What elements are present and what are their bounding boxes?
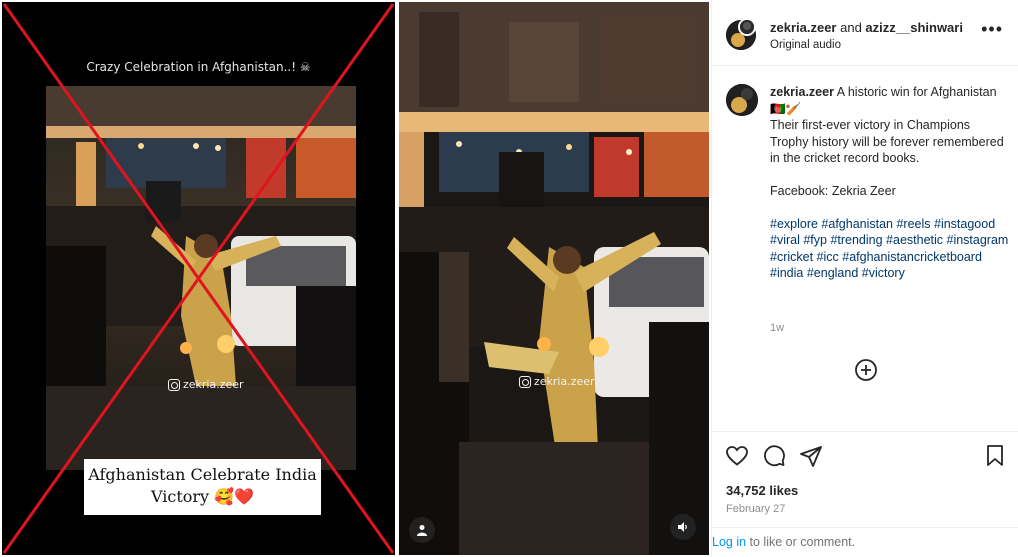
share-button[interactable] (799, 444, 823, 473)
post-caption: zekria.zeer A historic win for Afghanist… (770, 84, 1010, 282)
likes-count[interactable]: 34,752 likes (726, 483, 798, 498)
fake-claim-video-panel: Crazy Celebration in Afghanistan..! ☠ ze… (2, 2, 395, 555)
comment-icon (764, 445, 785, 467)
more-icon: ••• (981, 19, 1003, 39)
speaker-icon (678, 522, 687, 532)
collaborator-avatar[interactable] (738, 18, 756, 36)
caption-facebook: Facebook: Zekria Zeer (770, 183, 896, 198)
reel-watermark-text: zekria.zeer (534, 375, 595, 388)
save-button[interactable] (984, 444, 1006, 473)
red-cross-overlay (2, 3, 395, 554)
page: Crazy Celebration in Afghanistan..! ☠ ze… (0, 0, 1018, 557)
instagram-icon (519, 375, 531, 388)
mute-button[interactable] (670, 514, 696, 540)
post-time-ago: 1w (770, 322, 785, 334)
reel-watermark: zekria.zeer (519, 375, 595, 388)
post-date: February 27 (726, 503, 786, 515)
caption-avatar[interactable] (726, 84, 758, 116)
post-actions: 34,752 likes February 27 (712, 431, 1018, 527)
load-more-comments-button[interactable] (854, 358, 878, 387)
bookmark-icon (987, 445, 1003, 466)
send-icon (800, 446, 822, 467)
post-header: zekria.zeer and azizz__shinwari Original… (712, 0, 1018, 66)
caption-hashtags[interactable]: #explore #afghanistan #reels #instagood … (770, 216, 1010, 282)
post-authors: zekria.zeer and azizz__shinwari (770, 20, 963, 35)
post-sidebar: zekria.zeer and azizz__shinwari Original… (711, 0, 1018, 557)
author-username[interactable]: zekria.zeer (770, 20, 837, 35)
audio-link[interactable]: Original audio (770, 39, 841, 51)
more-options-button[interactable]: ••• (981, 20, 1003, 38)
reel-video[interactable]: zekria.zeer (399, 2, 709, 555)
collaborator-username[interactable]: azizz__shinwari (865, 20, 963, 35)
like-button[interactable] (725, 444, 749, 473)
plus-circle-icon (855, 359, 877, 381)
login-prompt: Log in to like or comment. (712, 527, 1018, 557)
caption-username[interactable]: zekria.zeer (770, 85, 834, 99)
caption-line2: Their first-ever victory in Champions Tr… (770, 118, 1004, 166)
person-icon (417, 525, 427, 536)
login-prompt-text: to like or comment. (746, 535, 856, 549)
tagged-users-button[interactable] (409, 517, 435, 543)
heart-icon (726, 446, 748, 466)
authors-joiner: and (836, 20, 866, 35)
login-link[interactable]: Log in (712, 535, 746, 549)
comment-button[interactable] (762, 444, 786, 473)
